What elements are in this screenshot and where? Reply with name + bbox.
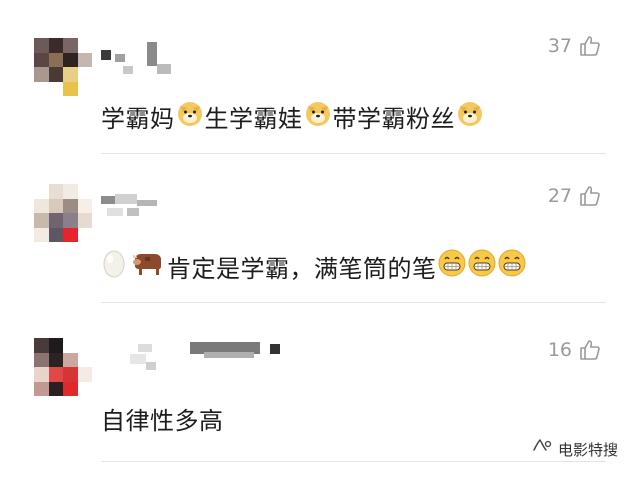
watermark-label: 电影特搜 <box>557 440 618 459</box>
comment-text-body: 自律性多高 <box>101 406 224 435</box>
divider <box>101 461 606 462</box>
avatar[interactable] <box>34 38 92 96</box>
wechat-channel-icon <box>532 438 552 460</box>
thumbs-up-icon <box>578 338 602 362</box>
comment-text-part: 学霸妈 <box>101 104 175 133</box>
like-count: 37 <box>547 35 572 57</box>
thumbs-up-icon <box>578 34 602 58</box>
egg-emoji-icon <box>101 248 127 284</box>
username-blurred[interactable] <box>101 186 191 220</box>
comment-text-part: 带学霸粉丝 <box>332 104 455 133</box>
doge-emoji-icon <box>175 98 205 134</box>
avatar[interactable] <box>34 338 92 396</box>
comment-text: 学霸妈 生学霸娃 带学霸粉丝 <box>101 98 485 134</box>
grinning-face-emoji-icon <box>467 248 497 284</box>
doge-emoji-icon <box>455 98 485 134</box>
comment-text-part: 生学霸娃 <box>204 104 303 133</box>
like-count: 16 <box>547 339 572 361</box>
username-blurred[interactable] <box>101 42 191 76</box>
like-button[interactable]: 37 <box>548 34 602 58</box>
like-button[interactable]: 16 <box>548 338 602 362</box>
grinning-face-emoji-icon <box>497 248 527 284</box>
comment-text: 自律性多高 <box>101 400 224 436</box>
divider <box>101 302 606 303</box>
username-blurred[interactable] <box>130 340 290 374</box>
like-button[interactable]: 27 <box>548 184 602 208</box>
divider <box>101 153 606 154</box>
comment-item: 27 肯定是学霸，满笔筒的笔 <box>0 160 640 310</box>
avatar[interactable] <box>34 184 92 242</box>
thumbs-up-icon <box>578 184 602 208</box>
comment-text-body: 肯定是学霸，满笔筒的笔 <box>167 254 437 283</box>
like-count: 27 <box>547 185 572 207</box>
comment-text: 肯定是学霸，满笔筒的笔 <box>101 248 527 284</box>
comment-item: 37 学霸妈 生学霸娃 带学霸粉丝 <box>0 0 640 160</box>
doge-emoji-icon <box>303 98 333 134</box>
cow-emoji-icon <box>131 249 165 283</box>
watermark: 电影特搜 <box>532 438 618 460</box>
grinning-face-emoji-icon <box>437 248 467 284</box>
